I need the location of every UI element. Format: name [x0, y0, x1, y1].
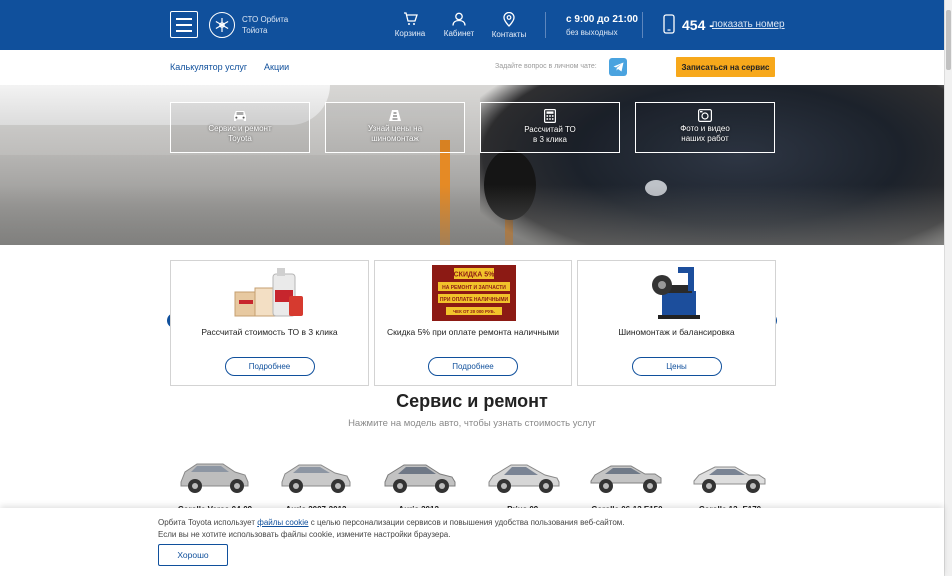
tile-line1: Рассчитай ТО	[524, 125, 576, 134]
tile-line2: наших работ	[681, 134, 729, 143]
promo-card-to[interactable]: Рассчитай стоимость ТО в 3 клика Подробн…	[170, 260, 369, 386]
tile-line2: в 3 клика	[533, 135, 567, 144]
car-image	[281, 464, 351, 493]
banner-line4: ЧЕК ОТ 20 000 РУБ.	[453, 309, 495, 314]
cookie-accept-button[interactable]: Хорошо	[158, 544, 228, 566]
service-calculator-link[interactable]: Калькулятор услуг	[170, 62, 247, 72]
cookie-text: Орбита Toyota использует файлы cookie с …	[158, 517, 625, 541]
tile-line2: Toyota	[228, 134, 252, 143]
location-pin-icon	[503, 12, 515, 27]
tile-tire-prices[interactable]: Узнай цены на шиномонтаж	[325, 102, 465, 153]
nav-contacts[interactable]: Контакты	[479, 12, 539, 39]
promo-card-title: Шиномонтаж и балансировка	[618, 327, 735, 337]
working-hours: с 9:00 до 21:00 без выходных	[566, 13, 638, 39]
cookie-text-part: с целью персонализации сервисов и повыше…	[308, 518, 625, 527]
tile-line2: шиномонтаж	[371, 134, 419, 143]
banner-line3: ПРИ ОПЛАТЕ НАЛИЧНЫМИ	[440, 297, 509, 303]
car-image	[180, 463, 249, 493]
promo-card-title: Скидка 5% при оплате ремонта наличными	[387, 327, 559, 337]
model-corolla-e150[interactable]: Corolla 06-13 E150	[582, 450, 672, 514]
brand-line1: СТО Орбита	[242, 15, 289, 24]
show-phone-link[interactable]: показать номер	[712, 19, 785, 30]
nav-contacts-label: Контакты	[491, 30, 527, 39]
promo-card-tires[interactable]: Шиномонтаж и балансировка Цены	[577, 260, 776, 386]
sub-navigation: Калькулятор услуг Акции	[0, 50, 944, 85]
tire-machine-image	[652, 267, 700, 319]
section-subtitle: Нажмите на модель авто, чтобы узнать сто…	[348, 418, 596, 429]
telegram-icon[interactable]	[609, 58, 627, 76]
menu-icon[interactable]	[170, 11, 198, 38]
model-prius[interactable]: Prius 09-	[479, 450, 569, 514]
banner-line1: СКИДКА 5%	[454, 272, 496, 279]
oil-filters-image	[234, 268, 303, 317]
divider	[642, 12, 643, 38]
prices-button[interactable]: Цены	[631, 357, 722, 376]
cookie-files-link[interactable]: файлы cookie	[257, 518, 308, 527]
phone-number: 454 -	[682, 17, 714, 33]
details-button[interactable]: Подробнее	[224, 357, 315, 376]
car-image	[488, 464, 560, 493]
cookie-banner: Орбита Toyota использует файлы cookie с …	[0, 508, 944, 576]
section-title: Сервис и ремонт	[396, 391, 548, 411]
logo-icon[interactable]	[209, 12, 235, 38]
user-icon	[452, 12, 466, 26]
divider	[545, 12, 546, 38]
car-image	[384, 464, 456, 493]
promo-card-title: Рассчитай стоимость ТО в 3 клика	[201, 327, 338, 337]
book-service-button[interactable]: Записаться на сервис	[676, 57, 775, 77]
page-scrollbar[interactable]	[944, 0, 952, 576]
model-auris-2007[interactable]: Auris 2007-2012	[271, 450, 361, 514]
cookie-text-line2: Если вы не хотите использовать файлы coo…	[158, 530, 451, 539]
car-icon	[234, 111, 246, 121]
details-button[interactable]: Подробнее	[428, 357, 518, 376]
car-image	[590, 465, 662, 493]
top-header: СТО Орбита Тойота Корзина Кабинет Контак…	[0, 0, 944, 50]
brand-name[interactable]: СТО Орбита Тойота	[242, 14, 288, 36]
model-auris-2012[interactable]: Auris 2012-	[375, 450, 465, 514]
hours-sub: без выходных	[566, 28, 618, 37]
tile-line1: Фото и видео	[680, 124, 730, 133]
tile-calculate-to[interactable]: Рассчитай ТО в 3 клика	[480, 102, 620, 153]
brand-line2: Тойота	[242, 26, 268, 35]
tire-icon	[389, 110, 401, 121]
calculator-icon	[544, 109, 556, 123]
hero-banner	[0, 85, 944, 245]
chat-prompt: Задайте вопрос в личном чате:	[495, 63, 597, 70]
cart-icon	[403, 12, 418, 25]
model-corolla-e170[interactable]: Corolla 13- E170	[685, 450, 775, 514]
banner-line2: НА РЕМОНТ И ЗАПЧАСТИ	[442, 285, 506, 291]
cookie-text-part: Орбита Toyota использует	[158, 518, 258, 527]
discount-banner: СКИДКА 5% НА РЕМОНТ И ЗАПЧАСТИ ПРИ ОПЛАТ…	[432, 265, 516, 321]
model-corolla-verso[interactable]: Corolla Verso 04-09	[170, 450, 260, 514]
camera-icon	[698, 109, 712, 122]
hours-main: с 9:00 до 21:00	[566, 14, 638, 25]
tile-service-repair[interactable]: Сервис и ремонт Toyota	[170, 102, 310, 153]
phone-icon	[663, 14, 675, 34]
car-image	[693, 466, 766, 493]
scrollbar-thumb[interactable]	[946, 10, 951, 70]
promo-card-discount[interactable]: СКИДКА 5% НА РЕМОНТ И ЗАПЧАСТИ ПРИ ОПЛАТ…	[374, 260, 572, 386]
promotions-link[interactable]: Акции	[264, 62, 289, 72]
tile-line1: Сервис и ремонт	[208, 124, 272, 133]
tile-photo-video[interactable]: Фото и видео наших работ	[635, 102, 775, 153]
tile-line1: Узнай цены на	[367, 124, 423, 133]
